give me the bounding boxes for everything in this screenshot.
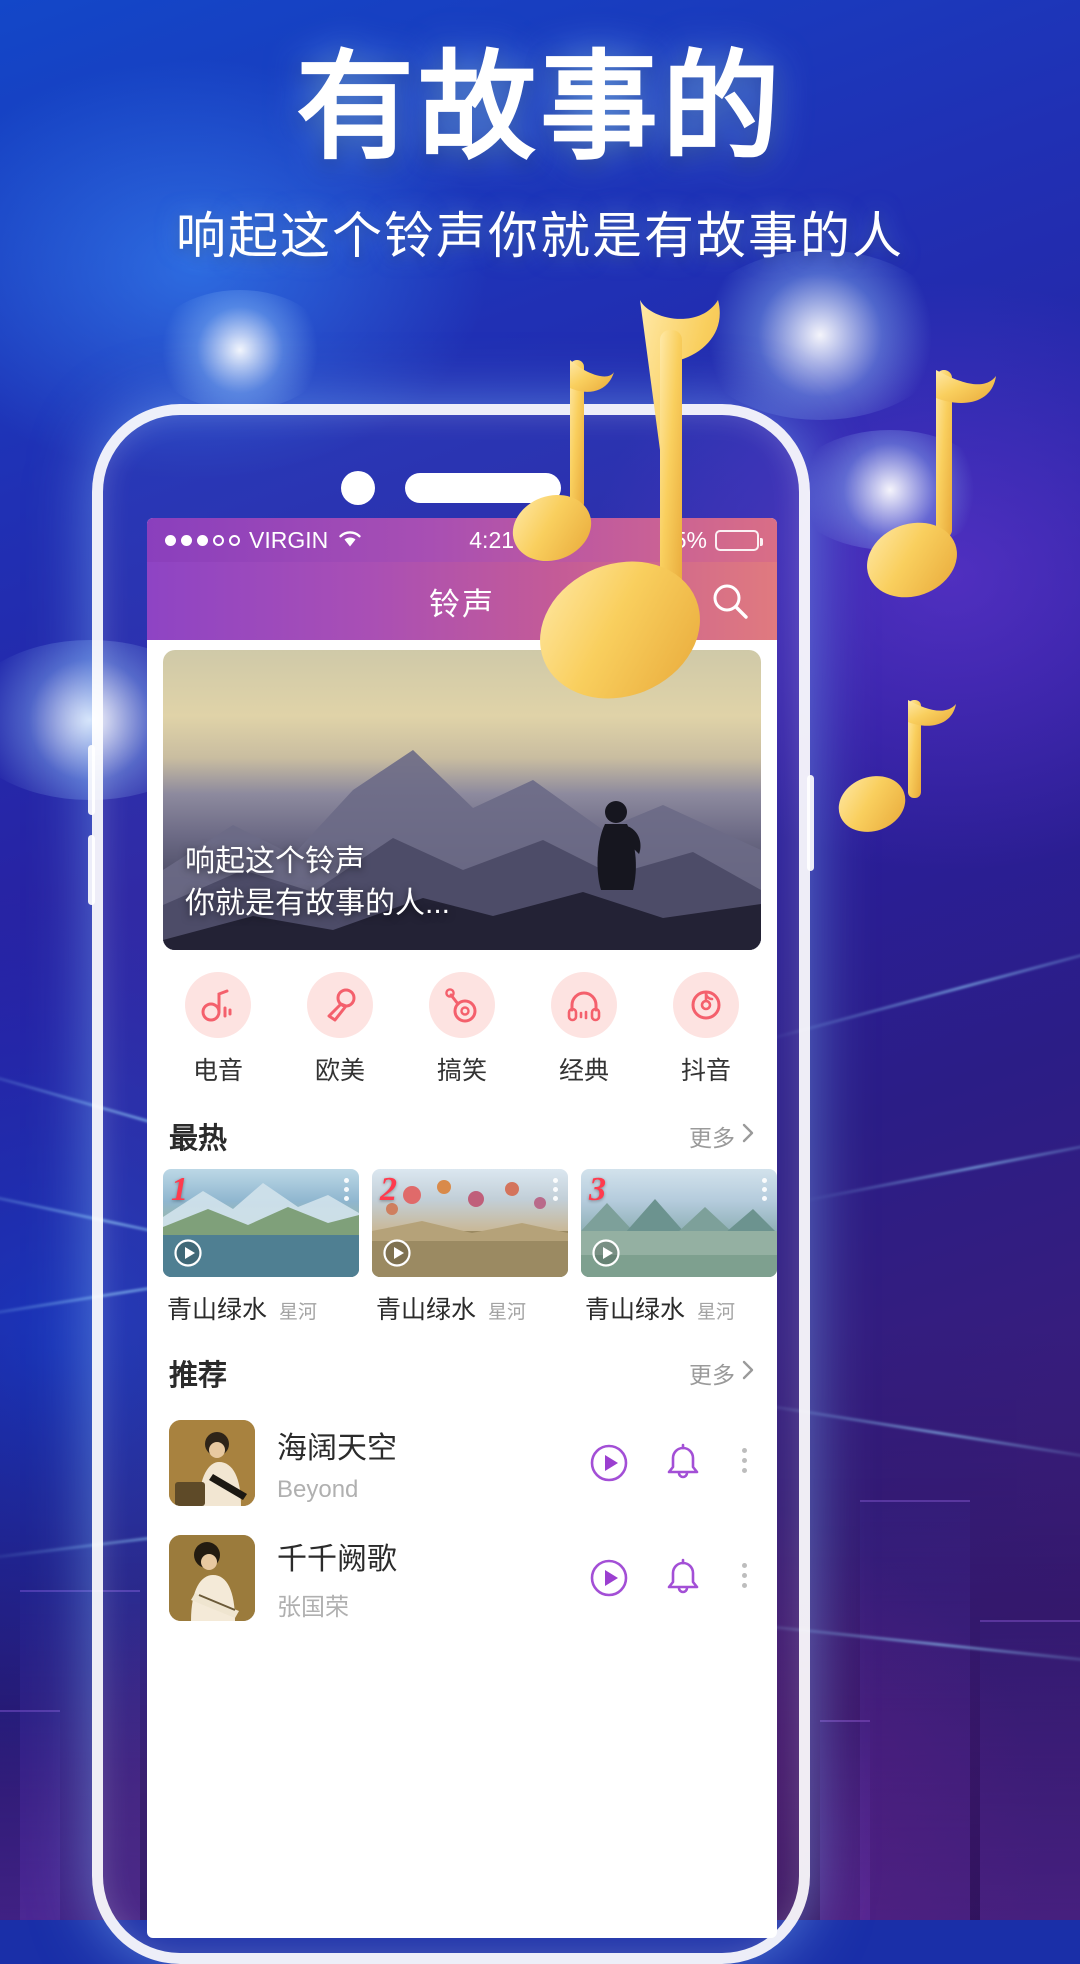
- headphones-icon: [551, 972, 617, 1038]
- play-icon[interactable]: [589, 1558, 629, 1598]
- recommend-more-button[interactable]: 更多: [689, 1356, 755, 1390]
- carrier-label: VIRGIN: [249, 526, 329, 553]
- album-thumbnail: [169, 1420, 255, 1506]
- section-title: 推荐: [169, 1360, 228, 1392]
- hot-card[interactable]: 3 青山绿水 星河: [581, 1169, 777, 1326]
- category-item-dianyin[interactable]: 电音: [162, 972, 274, 1087]
- track-title: 海阔天空: [277, 1431, 397, 1465]
- tiktok-record-icon: [673, 972, 739, 1038]
- status-bar-left: VIRGIN: [165, 527, 363, 554]
- play-icon[interactable]: [589, 1443, 629, 1483]
- hot-card[interactable]: 2 青山绿水 星河: [372, 1169, 568, 1326]
- track-info: 海阔天空 Beyond: [255, 1423, 589, 1504]
- kebab-menu-icon[interactable]: [762, 1178, 767, 1205]
- rank-badge: 1: [171, 1171, 188, 1208]
- chevron-right-icon: [741, 1359, 755, 1387]
- portrait-art: [169, 1535, 255, 1621]
- chevron-right-icon: [741, 1122, 755, 1150]
- microphone-icon: [307, 972, 373, 1038]
- guitar-icon: [429, 972, 495, 1038]
- page-title: 有故事的: [295, 38, 784, 176]
- category-item-jingdian[interactable]: 经典: [528, 972, 640, 1087]
- hero-line-1: 响起这个铃声: [185, 845, 365, 879]
- category-label: 经典: [558, 1057, 609, 1085]
- wifi-icon: [337, 527, 363, 554]
- app-navigation-bar: 铃声: [147, 562, 777, 640]
- track-actions: [589, 1558, 755, 1598]
- kebab-menu-icon[interactable]: [553, 1178, 558, 1205]
- search-icon[interactable]: [709, 580, 751, 622]
- track-info: 千千阙歌 张国荣: [255, 1534, 589, 1622]
- hot-card-subtitle: 星河: [279, 1302, 318, 1323]
- rank-badge: 3: [589, 1171, 606, 1208]
- track-title: 千千阙歌: [277, 1543, 397, 1576]
- rank-badge: 2: [380, 1171, 397, 1208]
- list-item[interactable]: 千千阙歌 张国荣: [147, 1520, 777, 1636]
- category-label: 搞笑: [436, 1057, 487, 1085]
- nav-title: 铃声: [429, 586, 495, 622]
- hot-card-thumbnail: 1: [163, 1169, 359, 1277]
- list-item[interactable]: 海阔天空 Beyond: [147, 1406, 777, 1520]
- category-row: 电音 欧美 搞笑 经典 抖音: [147, 950, 777, 1103]
- album-thumbnail: [169, 1535, 255, 1621]
- phone-volume-up-button: [88, 745, 95, 815]
- portrait-art: [169, 1420, 255, 1506]
- hot-card-thumbnail: 2: [372, 1169, 568, 1277]
- category-item-gaoxiao[interactable]: 搞笑: [406, 972, 518, 1087]
- hot-card-thumbnail: 3: [581, 1169, 777, 1277]
- track-actions: [589, 1443, 755, 1483]
- bell-icon[interactable]: [663, 1558, 703, 1598]
- hot-card[interactable]: 1 青山绿水 星河: [163, 1169, 359, 1326]
- front-camera-icon: [341, 471, 375, 505]
- hot-card-title: 青山绿水: [585, 1296, 686, 1324]
- music-note-icon: [185, 972, 251, 1038]
- category-label: 欧美: [314, 1057, 365, 1085]
- play-icon[interactable]: [173, 1238, 203, 1268]
- more-label: 更多: [689, 1362, 735, 1388]
- hero-line-2: 你就是有故事的人...: [185, 886, 451, 920]
- battery-percent-label: 95%: [660, 526, 707, 553]
- hot-more-button[interactable]: 更多: [689, 1119, 755, 1153]
- status-bar: VIRGIN 4:21 PM 95%: [147, 518, 777, 562]
- hot-card-subtitle: 星河: [488, 1302, 527, 1323]
- bell-icon[interactable]: [663, 1443, 703, 1483]
- hot-card-list: 1 青山绿水 星河 2 青山绿水 星河 3 青山绿水 星河: [147, 1169, 777, 1326]
- hot-card-subtitle: 星河: [697, 1302, 736, 1323]
- phone-screen: VIRGIN 4:21 PM 95% 铃声 响起这个铃声 你就是有故事的人...…: [147, 518, 777, 1938]
- track-artist: Beyond: [277, 1475, 359, 1503]
- signal-strength-icon: [165, 534, 240, 546]
- earpiece-speaker: [405, 473, 561, 503]
- hero-banner[interactable]: 响起这个铃声 你就是有故事的人...: [163, 650, 761, 950]
- phone-power-button: [807, 775, 814, 871]
- category-label: 电音: [192, 1057, 243, 1085]
- play-icon[interactable]: [382, 1238, 412, 1268]
- phone-volume-down-button: [88, 835, 95, 905]
- track-artist: 张国荣: [277, 1594, 349, 1621]
- section-header-recommend: 推荐 更多: [147, 1326, 777, 1406]
- section-header-hot: 最热 更多: [147, 1103, 777, 1169]
- hot-card-meta: 青山绿水 星河: [372, 1277, 568, 1326]
- kebab-menu-icon[interactable]: [737, 1558, 751, 1598]
- hot-card-meta: 青山绿水 星河: [581, 1277, 777, 1326]
- hot-card-title: 青山绿水: [376, 1296, 477, 1324]
- more-label: 更多: [689, 1125, 735, 1151]
- section-title: 最热: [169, 1123, 228, 1155]
- poster-headline-block: 有故事的 响起这个铃声你就是有故事的人: [0, 38, 1080, 268]
- phone-earpiece-row: [103, 471, 799, 505]
- hero-caption: 响起这个铃声 你就是有故事的人...: [185, 841, 450, 924]
- kebab-menu-icon[interactable]: [737, 1443, 751, 1483]
- person-silhouette: [597, 801, 641, 890]
- clock: 4:21 PM: [469, 526, 555, 553]
- poster-subtitle: 响起这个铃声你就是有故事的人: [176, 207, 904, 264]
- hot-card-title: 青山绿水: [167, 1296, 268, 1324]
- category-item-douyin[interactable]: 抖音: [650, 972, 762, 1087]
- status-bar-right: 95%: [660, 526, 763, 554]
- battery-icon: [715, 529, 763, 551]
- play-icon[interactable]: [591, 1238, 621, 1268]
- category-label: 抖音: [680, 1057, 731, 1085]
- phone-mockup-frame: VIRGIN 4:21 PM 95% 铃声 响起这个铃声 你就是有故事的人...…: [88, 404, 814, 1964]
- hot-card-meta: 青山绿水 星河: [163, 1277, 359, 1326]
- kebab-menu-icon[interactable]: [344, 1178, 349, 1205]
- category-item-oumei[interactable]: 欧美: [284, 972, 396, 1087]
